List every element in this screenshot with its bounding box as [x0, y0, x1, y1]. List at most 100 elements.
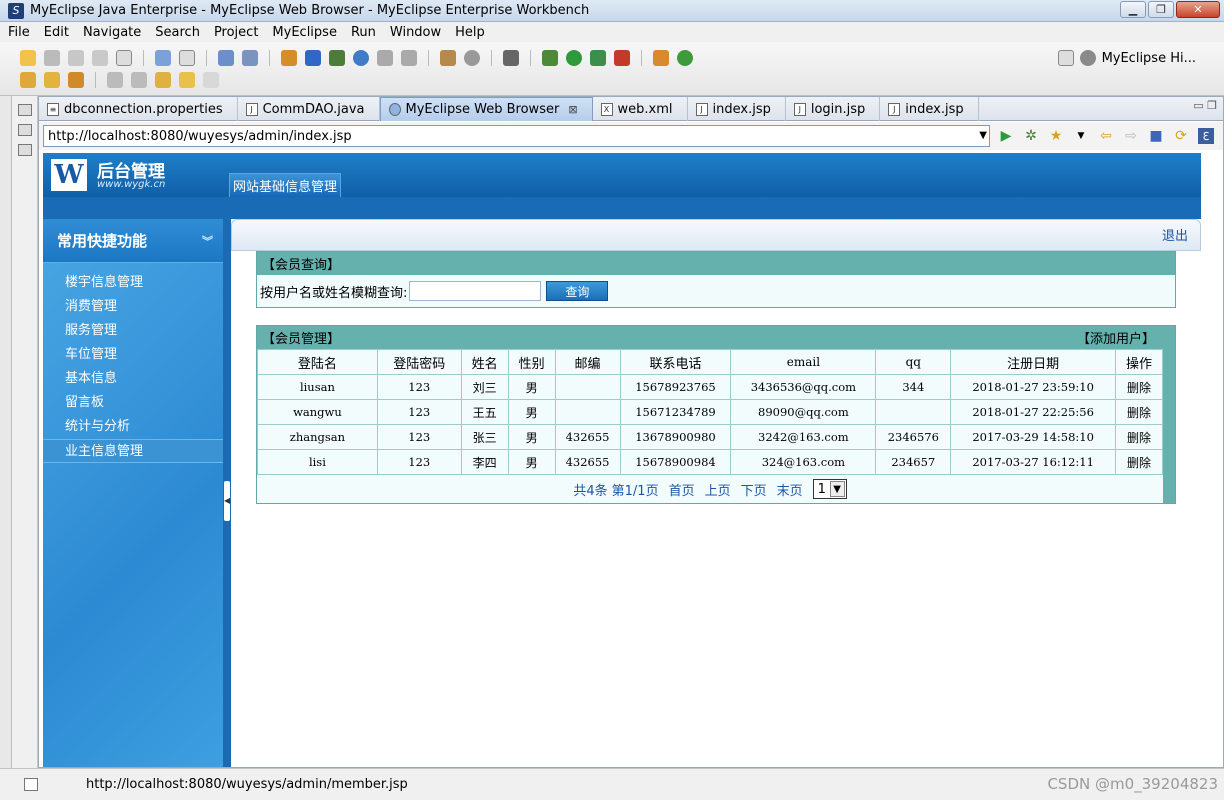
menu-help[interactable]: Help	[455, 25, 485, 40]
tab-label: dbconnection.properties	[64, 101, 223, 117]
collapse-sidebar-icon[interactable]: ◀	[224, 481, 230, 521]
tab-web-xml[interactable]: X web.xml	[593, 97, 688, 121]
tab-login-jsp[interactable]: J login.jsp	[786, 97, 881, 121]
save-all-icon[interactable]	[68, 50, 84, 66]
maximize-editor-icon[interactable]: ▭ ❐	[1193, 99, 1217, 112]
prev-annotation-icon[interactable]	[131, 72, 147, 88]
sidebar-item-messages[interactable]: 留言板	[43, 391, 223, 415]
copy-icon[interactable]	[401, 50, 417, 66]
menu-run[interactable]: Run	[351, 25, 376, 40]
perspective-label[interactable]: MyEclipse Hi...	[1102, 51, 1196, 66]
server-icon[interactable]	[155, 50, 171, 66]
external-tools-icon[interactable]	[614, 50, 630, 66]
sidebar-item-statistics[interactable]: 统计与分析	[43, 415, 223, 439]
new-class-icon[interactable]	[677, 50, 693, 66]
run-config-icon[interactable]	[590, 50, 606, 66]
chevron-down-icon[interactable]: ▼	[979, 130, 987, 141]
delete-link[interactable]: 删除	[1115, 449, 1163, 475]
add-user-link[interactable]: 【添加用户】	[1077, 328, 1155, 347]
sidebar-item-parking[interactable]: 车位管理	[43, 343, 223, 367]
delete-link[interactable]: 删除	[1115, 374, 1163, 400]
go-icon[interactable]: ▶	[998, 128, 1014, 144]
search-gear-icon[interactable]	[464, 50, 480, 66]
pager-first[interactable]: 首页	[669, 480, 695, 499]
new-icon[interactable]	[20, 50, 36, 66]
monitor-icon[interactable]	[503, 50, 519, 66]
close-tab-icon[interactable]: ⊠	[568, 103, 577, 116]
wand-icon[interactable]	[218, 50, 234, 66]
fast-view-icon[interactable]	[24, 778, 38, 791]
perspective-switcher[interactable]: MyEclipse Hi...	[1057, 50, 1196, 66]
pager-prev[interactable]: 上页	[705, 480, 731, 499]
pager-next[interactable]: 下页	[741, 480, 767, 499]
next-annotation-icon[interactable]	[107, 72, 123, 88]
gear-icon[interactable]: ✲	[1023, 128, 1039, 144]
menu-search[interactable]: Search	[155, 25, 200, 40]
tab-index-jsp-2[interactable]: J index.jsp	[880, 97, 979, 121]
url-input[interactable]: http://localhost:8080/wuyesys/admin/inde…	[43, 125, 990, 147]
page-select[interactable]: 1 ▼	[812, 479, 847, 499]
watermark: CSDN @m0_39204823	[1047, 775, 1218, 793]
sidebar-title[interactable]: 常用快捷功能 ︾	[43, 219, 223, 263]
table-icon[interactable]	[440, 50, 456, 66]
menu-myeclipse[interactable]: MyEclipse	[272, 25, 337, 40]
forward-icon[interactable]: ⇨	[1123, 128, 1139, 144]
print-icon[interactable]	[92, 50, 108, 66]
package-icon[interactable]	[281, 50, 297, 66]
sidebar-splitter[interactable]: ◀	[223, 219, 231, 767]
favorites-dropdown-icon[interactable]: ▼	[1073, 128, 1089, 144]
back-icon[interactable]	[179, 72, 195, 88]
search-button[interactable]: 查询	[546, 281, 609, 301]
sidebar-item-building[interactable]: 楼宇信息管理	[43, 271, 223, 295]
class-icon[interactable]	[653, 50, 669, 66]
sidebar: 常用快捷功能 ︾ 楼宇信息管理 消费管理 服务管理 车位管理 基本信息 留言板 …	[43, 219, 223, 767]
binary-icon[interactable]	[116, 50, 132, 66]
open-task-icon[interactable]	[68, 72, 84, 88]
refresh-icon[interactable]: ⟳	[1173, 128, 1189, 144]
tab-dbconnection-properties[interactable]: ≡ dbconnection.properties	[39, 97, 238, 121]
menu-edit[interactable]: Edit	[44, 25, 69, 40]
pen-icon[interactable]	[44, 72, 60, 88]
tab-index-jsp[interactable]: J index.jsp	[688, 97, 786, 121]
paint-icon[interactable]	[377, 50, 393, 66]
cube-icon[interactable]	[305, 50, 321, 66]
sidebar-item-basic-info[interactable]: 基本信息	[43, 367, 223, 391]
launch-icon[interactable]	[329, 50, 345, 66]
debug-icon[interactable]	[542, 50, 558, 66]
menu-file[interactable]: File	[8, 25, 30, 40]
forward-icon[interactable]	[203, 72, 219, 88]
minimize-icon[interactable]: ▁	[1120, 1, 1146, 18]
back-icon[interactable]: ⇦	[1098, 128, 1114, 144]
stop-icon[interactable]: ■	[1148, 128, 1164, 144]
save-icon[interactable]	[44, 50, 60, 66]
double-chevron-down-icon[interactable]: ︾	[202, 233, 213, 249]
delete-link[interactable]: 删除	[1115, 424, 1163, 450]
open-type-icon[interactable]	[20, 72, 36, 88]
menu-navigate[interactable]: Navigate	[83, 25, 141, 40]
sidebar-item-owner-info[interactable]: 业主信息管理	[43, 439, 223, 463]
sidebar-item-consumption[interactable]: 消费管理	[43, 295, 223, 319]
close-icon[interactable]: ✕	[1176, 1, 1220, 18]
restore-icon[interactable]: ❐	[1148, 1, 1174, 18]
last-edit-icon[interactable]	[155, 72, 171, 88]
run-icon[interactable]	[566, 50, 582, 66]
top-nav-site-management[interactable]: 网站基础信息管理	[229, 173, 341, 197]
pager-last[interactable]: 末页	[777, 480, 803, 499]
menu-window[interactable]: Window	[390, 25, 441, 40]
tab-commdao-java[interactable]: J CommDAO.java	[238, 97, 380, 121]
hierarchy-icon[interactable]	[17, 144, 32, 156]
logout-link[interactable]: 退出	[1162, 229, 1188, 244]
restore-view-icon[interactable]	[17, 104, 32, 116]
menu-project[interactable]: Project	[214, 25, 258, 40]
magnifier-wand-icon[interactable]	[242, 50, 258, 66]
favorites-icon[interactable]: ★	[1048, 128, 1064, 144]
globe-icon[interactable]	[353, 50, 369, 66]
open-perspective-icon[interactable]	[1057, 50, 1074, 66]
package-explorer-icon[interactable]	[17, 124, 32, 136]
tab-web-browser[interactable]: MyEclipse Web Browser ⊠	[379, 97, 593, 121]
deploy-icon[interactable]	[179, 50, 195, 66]
delete-link[interactable]: 删除	[1115, 399, 1163, 425]
chevron-down-icon[interactable]: ▼	[829, 481, 845, 497]
search-input[interactable]	[409, 281, 542, 301]
sidebar-item-service[interactable]: 服务管理	[43, 319, 223, 343]
